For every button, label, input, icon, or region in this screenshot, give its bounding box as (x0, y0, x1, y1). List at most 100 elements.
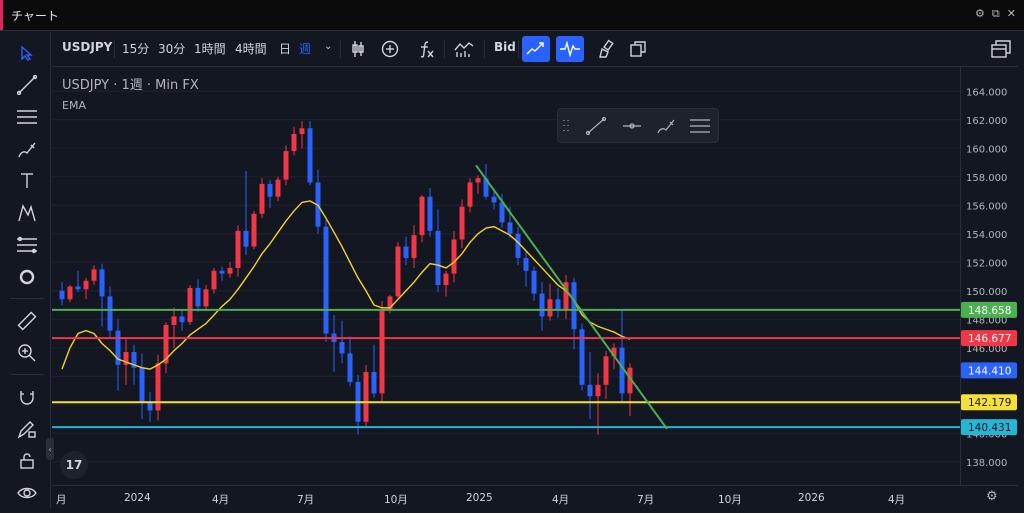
candle (187, 287, 193, 323)
tradingview-logo[interactable]: 17 (60, 451, 88, 479)
layout-button[interactable] (987, 36, 1015, 62)
interval-4h[interactable]: 4時間 (235, 40, 267, 57)
clean-drawings-button[interactable] (592, 36, 620, 62)
price-tick-label: 154.000 (966, 230, 1007, 241)
candle (371, 371, 377, 394)
candle (179, 316, 185, 323)
candle (195, 287, 201, 307)
interval-1h[interactable]: 1時間 (194, 40, 226, 57)
brush-tool[interactable] (12, 136, 42, 162)
price-chart[interactable] (52, 67, 960, 485)
trendline-icon (17, 75, 37, 95)
float-trendline-button[interactable] (584, 116, 608, 136)
price-tick-label: 156.000 (966, 201, 1007, 212)
interval-dropdown-icon[interactable]: ⌄ (324, 41, 332, 52)
settings-icon[interactable]: ⚙ (975, 8, 985, 20)
price-label: 140.431 (968, 422, 1011, 434)
indicator-chart-icon (454, 42, 474, 57)
candle (243, 230, 249, 247)
candle (283, 151, 289, 180)
price-tick-label: 164.000 (966, 87, 1007, 98)
layout-icon (991, 40, 1011, 58)
circle-icon (19, 269, 35, 285)
candle (379, 310, 385, 394)
candle (395, 246, 401, 297)
trendline-tool[interactable] (12, 72, 42, 98)
window-title: チャート (11, 9, 59, 23)
lines-icon (17, 110, 37, 124)
interval-15m[interactable]: 15分 (122, 40, 149, 57)
price-axis[interactable]: 164.000 162.000 160.000 158.000 156.000 154.0… (960, 67, 1018, 485)
pulse-overlay-button[interactable] (556, 36, 584, 62)
candle (419, 196, 425, 236)
drag-handle-icon[interactable] (560, 116, 572, 136)
copy-chart-button[interactable] (624, 36, 652, 62)
candle (339, 342, 345, 354)
float-lines-button[interactable] (688, 116, 712, 136)
candle (363, 371, 369, 422)
bid-ask-toggle[interactable]: Bid (494, 40, 516, 54)
chart-type-button[interactable] (344, 36, 372, 62)
close-icon[interactable]: ✕ (1007, 8, 1016, 20)
legend-indicator[interactable]: EMA (62, 99, 199, 112)
candle (99, 269, 105, 297)
drawing-toolbar (4, 32, 51, 508)
candle (227, 267, 233, 274)
shape-tool[interactable] (12, 264, 42, 290)
time-tick-label: 2025 (466, 492, 493, 504)
horizontal-lines-tool[interactable] (12, 104, 42, 130)
ruler-tool[interactable] (12, 308, 42, 334)
chart-toolbar: USDJPY 15分 30分 1時間 4時間 日 週 ⌄ Bid (52, 32, 1018, 67)
candle (259, 183, 265, 214)
interval-week[interactable]: 週 (299, 40, 311, 57)
candle (491, 196, 497, 203)
copy-icon (630, 41, 646, 57)
axis-settings-icon[interactable]: ⚙ (986, 489, 998, 504)
text-tool[interactable] (12, 168, 42, 194)
cursor-tool[interactable] (12, 40, 42, 66)
time-tick-label: 月 (56, 494, 67, 506)
text-icon (21, 173, 33, 188)
templates-button[interactable] (450, 36, 478, 62)
candle (499, 202, 505, 223)
indicators-button[interactable] (412, 36, 440, 62)
time-tick-label: 2026 (798, 492, 825, 504)
candle (603, 356, 609, 385)
compare-button[interactable] (376, 36, 404, 62)
candle (443, 273, 449, 286)
candle (211, 270, 217, 290)
candle (155, 363, 161, 411)
candle (235, 230, 241, 268)
popout-icon[interactable]: ⧉ (992, 8, 1000, 20)
price-tick-label: 152.000 (966, 258, 1007, 269)
candle (275, 179, 281, 197)
candle (307, 128, 313, 183)
price-tick-label: 138.000 (966, 458, 1007, 469)
float-horizontal-ray-button[interactable] (620, 116, 644, 136)
fib-tool[interactable] (12, 232, 42, 258)
symbol-selector[interactable]: USDJPY (62, 40, 112, 54)
pattern-tool[interactable] (12, 200, 42, 226)
interval-day[interactable]: 日 (279, 40, 291, 57)
interval-30m[interactable]: 30分 (158, 40, 185, 57)
lock-draw-tool[interactable] (12, 416, 42, 442)
candle (299, 128, 305, 134)
candle (523, 257, 529, 271)
pattern-icon (18, 204, 36, 222)
trend-up-icon (526, 42, 544, 55)
visibility-tool[interactable] (12, 480, 42, 506)
zoom-tool[interactable] (12, 340, 42, 366)
candle (75, 286, 81, 290)
trend-overlay-button[interactable] (522, 36, 550, 62)
float-brush-button[interactable] (654, 116, 678, 136)
price-tick-label: 158.000 (966, 173, 1007, 184)
time-tick-label: 10月 (718, 494, 742, 506)
magnet-tool[interactable] (12, 384, 42, 410)
candle (203, 289, 209, 307)
candle (139, 367, 145, 402)
lock-tool[interactable] (12, 448, 42, 474)
legend-title: USDJPY · 1週 · Min FX (62, 78, 199, 93)
divider (484, 40, 485, 58)
time-axis[interactable]: 月 2024 4月 7月 10月 2025 4月 7月 10月 2026 4月 (52, 485, 1018, 513)
time-tick-label: 7月 (297, 494, 315, 506)
